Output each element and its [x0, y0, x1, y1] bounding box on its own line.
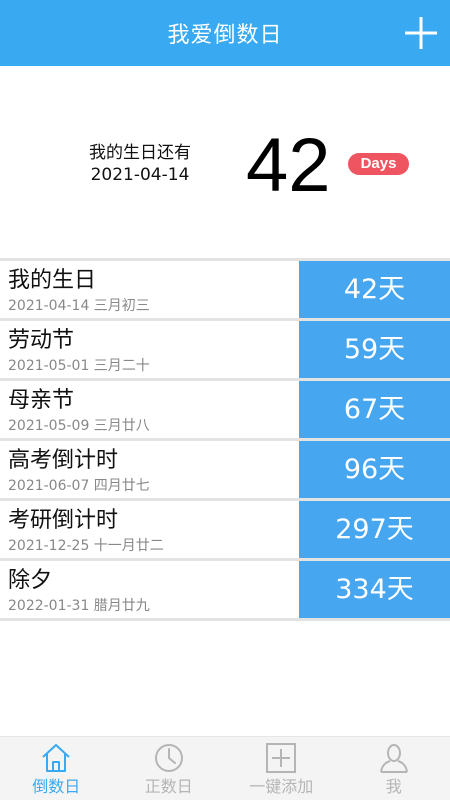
- tab-label: 正数日: [144, 777, 193, 796]
- event-date: 2021-12-25 十一月廿二: [8, 538, 164, 554]
- person-icon: [377, 741, 411, 775]
- event-row[interactable]: 考研倒计时 2021-12-25 十一月廿二 297天: [0, 498, 450, 558]
- title-bar: 我爱倒数日: [0, 0, 450, 66]
- featured-countdown[interactable]: 我的生日还有 2021-04-14 42 Days: [0, 66, 450, 258]
- event-name: 高考倒计时: [8, 448, 119, 473]
- tab-label: 一键添加: [249, 777, 314, 796]
- bottom-tab-bar: 倒数日 正数日 一键添加 我: [0, 736, 450, 800]
- featured-title: 我的生日还有: [89, 143, 191, 163]
- tab-countdown[interactable]: 倒数日: [0, 737, 113, 800]
- event-name: 我的生日: [8, 268, 97, 293]
- event-row[interactable]: 除夕 2022-01-31 腊月廿九 334天: [0, 558, 450, 618]
- home-icon: [39, 741, 73, 775]
- event-name: 母亲节: [8, 388, 75, 413]
- app-title: 我爱倒数日: [167, 23, 283, 48]
- event-days-count: 334天: [299, 561, 450, 618]
- event-days-count: 67天: [299, 381, 450, 438]
- event-date: 2021-05-09 三月廿八: [8, 418, 150, 434]
- event-row[interactable]: 劳动节 2021-05-01 三月二十 59天: [0, 318, 450, 378]
- event-list: 我的生日 2021-04-14 三月初三 42天 劳动节 2021-05-01 …: [0, 258, 450, 621]
- tab-me[interactable]: 我: [338, 737, 450, 800]
- event-days-count: 96天: [299, 441, 450, 498]
- tab-label: 倒数日: [32, 777, 81, 796]
- plus-icon: [405, 17, 437, 49]
- event-days-count: 297天: [299, 501, 450, 558]
- app-screen: 我爱倒数日 我的生日还有 2021-04-14 42 Days 我的生日 202…: [0, 0, 450, 800]
- event-days-count: 59天: [299, 321, 450, 378]
- add-box-icon: [264, 741, 298, 775]
- featured-date: 2021-04-14: [90, 165, 190, 185]
- tab-count-up[interactable]: 正数日: [113, 737, 226, 800]
- event-days-count: 42天: [299, 261, 450, 318]
- event-row[interactable]: 母亲节 2021-05-09 三月廿八 67天: [0, 378, 450, 438]
- event-name: 除夕: [8, 568, 53, 593]
- featured-days-number: 42: [246, 123, 331, 208]
- event-name: 劳动节: [8, 328, 75, 353]
- tab-label: 我: [385, 777, 402, 796]
- event-date: 2021-05-01 三月二十: [8, 358, 150, 374]
- featured-info: 我的生日还有 2021-04-14: [80, 142, 200, 186]
- clock-icon: [152, 741, 186, 775]
- list-divider: [0, 618, 450, 621]
- event-row[interactable]: 高考倒计时 2021-06-07 四月廿七 96天: [0, 438, 450, 498]
- event-row[interactable]: 我的生日 2021-04-14 三月初三 42天: [0, 258, 450, 318]
- event-date: 2022-01-31 腊月廿九: [8, 598, 150, 614]
- tab-quick-add[interactable]: 一键添加: [225, 737, 338, 800]
- days-badge: Days: [348, 153, 409, 175]
- event-date: 2021-06-07 四月廿七: [8, 478, 150, 494]
- event-date: 2021-04-14 三月初三: [8, 298, 150, 314]
- event-name: 考研倒计时: [8, 508, 119, 533]
- add-event-button[interactable]: [392, 0, 450, 66]
